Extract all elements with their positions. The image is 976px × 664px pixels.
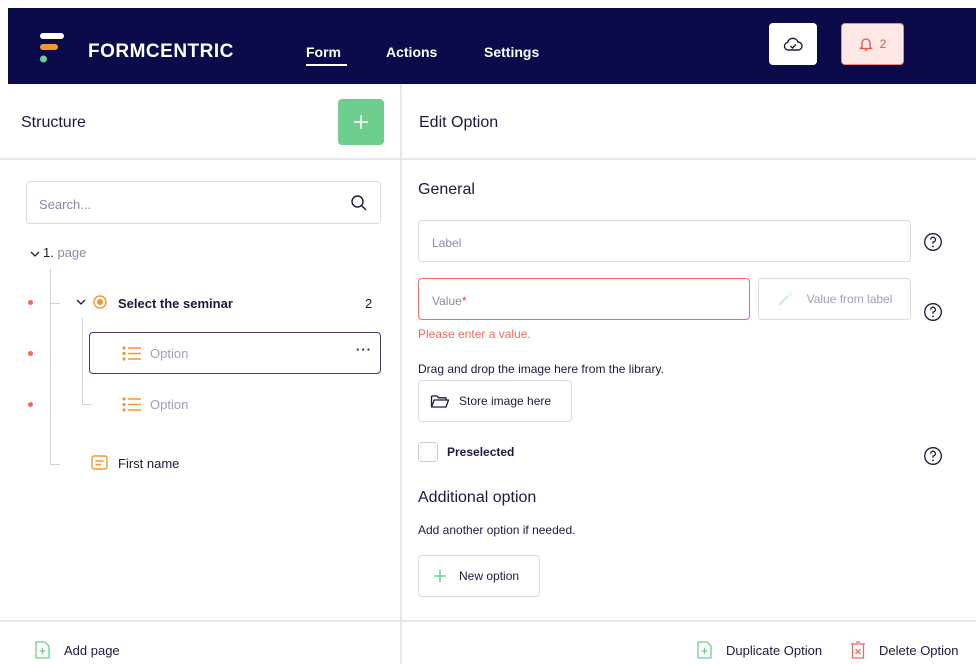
additional-hint: Add another option if needed. <box>418 523 576 537</box>
tree-select-field[interactable]: Select the seminar <box>118 296 233 311</box>
more-options-icon[interactable]: ··· <box>356 342 372 357</box>
label-placeholder: Label <box>432 236 462 250</box>
search-icon <box>351 195 367 211</box>
tree-line <box>82 318 83 404</box>
value-from-label-button[interactable]: Value from label <box>758 278 911 320</box>
store-image-label: Store image here <box>459 394 552 408</box>
tree-line <box>50 268 51 464</box>
error-dot <box>28 402 33 407</box>
nav-form[interactable]: Form <box>306 44 341 60</box>
tree-option[interactable]: Option <box>150 397 188 412</box>
nav-settings[interactable]: Settings <box>484 44 539 60</box>
error-dot <box>28 351 33 356</box>
duplicate-icon[interactable] <box>697 641 712 659</box>
list-icon <box>122 397 141 412</box>
structure-title: Structure <box>21 114 86 131</box>
page-number: 1. <box>43 245 54 260</box>
radio-field-icon <box>93 295 107 309</box>
folder-icon <box>430 395 450 408</box>
edit-title: Edit Option <box>419 114 499 131</box>
plus-icon <box>434 570 446 582</box>
notification-count: 2 <box>879 37 887 51</box>
cloud-save-button[interactable] <box>769 23 817 65</box>
page-label: page <box>57 245 87 260</box>
search-placeholder: Search... <box>39 197 92 212</box>
preselected-checkbox[interactable] <box>418 442 438 462</box>
new-option-button[interactable]: New option <box>418 555 540 597</box>
add-page-icon[interactable] <box>35 641 50 659</box>
delete-icon[interactable] <box>850 641 866 659</box>
brand-name: FORMCENTRIC <box>88 41 234 62</box>
option-label: Option <box>150 346 189 361</box>
structure-header: Structure <box>0 84 400 160</box>
list-icon <box>122 346 141 361</box>
tree-line <box>50 303 60 304</box>
additional-section-title: Additional option <box>418 489 537 506</box>
store-image-button[interactable]: Store image here <box>418 380 572 422</box>
tree-line <box>82 404 92 405</box>
error-dot <box>28 300 33 305</box>
help-icon[interactable] <box>923 446 943 466</box>
option-count: 2 <box>365 296 373 311</box>
help-icon[interactable] <box>923 302 943 322</box>
chevron-down-icon[interactable] <box>76 298 86 306</box>
value-placeholder: Value* <box>432 294 467 308</box>
panel-divider <box>400 84 402 664</box>
value-from-label-text: Value from label <box>806 292 893 306</box>
plus-icon <box>354 115 368 129</box>
nav-active-indicator <box>306 64 347 66</box>
tree-line <box>50 464 60 465</box>
bell-icon <box>858 38 873 51</box>
magic-wand-icon <box>777 292 793 306</box>
new-option-label: New option <box>459 569 520 583</box>
edit-header: Edit Option <box>402 84 976 160</box>
general-section-title: General <box>418 181 475 198</box>
search-input[interactable]: Search... <box>26 181 381 224</box>
cloud-check-icon <box>783 37 803 51</box>
help-icon[interactable] <box>923 232 943 252</box>
top-bar: FORMCENTRIC Form Actions Settings <box>8 8 976 84</box>
nav-actions[interactable]: Actions <box>386 44 437 60</box>
delete-option-button[interactable]: Delete Option <box>879 643 959 658</box>
image-hint: Drag and drop the image here from the li… <box>418 362 664 376</box>
value-error-message: Please enter a value. <box>418 327 531 341</box>
tree-page-node[interactable]: 1. page <box>43 245 86 260</box>
notifications-button[interactable]: 2 <box>841 23 904 65</box>
text-field-icon <box>91 455 108 470</box>
add-page-button[interactable]: Add page <box>64 643 120 658</box>
value-field[interactable]: Value* <box>418 278 750 320</box>
label-field[interactable]: Label <box>418 220 911 262</box>
duplicate-option-button[interactable]: Duplicate Option <box>726 643 822 658</box>
logo-icon <box>40 33 64 63</box>
tree-first-name-field[interactable]: First name <box>118 456 179 471</box>
footer-divider <box>0 620 976 622</box>
chevron-down-icon[interactable] <box>30 250 40 258</box>
add-element-button[interactable] <box>338 99 384 145</box>
preselected-label: Preselected <box>447 445 515 459</box>
